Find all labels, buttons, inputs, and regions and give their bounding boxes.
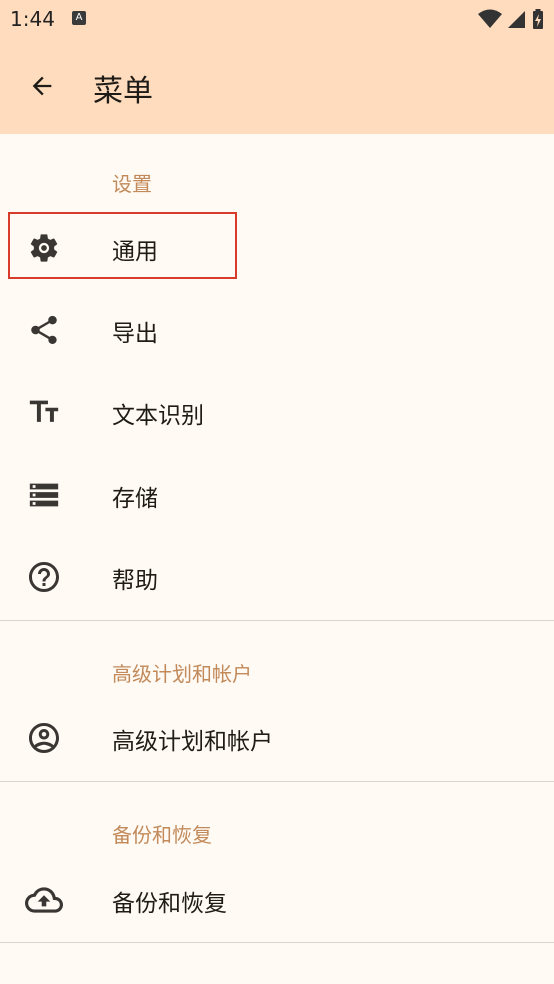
share-icon: [24, 310, 64, 350]
menu-item-label: 高级计划和帐户: [112, 729, 273, 755]
menu-item-premium-account[interactable]: 高级计划和帐户: [0, 698, 554, 778]
menu-item-export[interactable]: 导出: [0, 290, 554, 370]
divider: [0, 620, 554, 621]
menu-item-label: 备份和恢复: [112, 891, 227, 917]
status-bar: 1:44 A: [0, 0, 554, 38]
cloud-upload-icon: [24, 880, 64, 920]
account-icon: [24, 718, 64, 758]
menu-item-label: 文本识别: [112, 403, 204, 429]
cellular-icon: [508, 11, 525, 28]
menu-item-text-recognition[interactable]: 文本识别: [0, 372, 554, 452]
menu-item-backup-restore[interactable]: 备份和恢复: [0, 860, 554, 940]
back-button[interactable]: [18, 62, 66, 110]
status-icons: [478, 7, 544, 31]
wifi-icon: [478, 9, 502, 28]
arrow-back-icon: [32, 76, 52, 96]
menu-item-storage[interactable]: 存储: [0, 455, 554, 535]
menu-item-label: 帮助: [112, 568, 158, 594]
status-time: 1:44: [10, 7, 55, 31]
app-notification-icon: A: [72, 11, 86, 25]
menu-item-label: 导出: [112, 321, 158, 347]
menu-item-help[interactable]: 帮助: [0, 537, 554, 617]
battery-charging-icon: [533, 9, 543, 29]
text-size-icon: [24, 392, 64, 432]
app-bar: 菜单: [0, 38, 554, 134]
section-header-settings: 设置: [112, 172, 152, 196]
section-header-premium: 高级计划和帐户: [112, 662, 252, 686]
divider: [0, 942, 554, 943]
storage-icon: [24, 475, 64, 515]
section-header-backup: 备份和恢复: [112, 823, 212, 847]
menu-item-label: 存储: [112, 486, 158, 512]
divider: [0, 781, 554, 782]
help-icon: [24, 557, 64, 597]
page-title: 菜单: [93, 74, 153, 109]
selection-highlight: [8, 212, 237, 279]
